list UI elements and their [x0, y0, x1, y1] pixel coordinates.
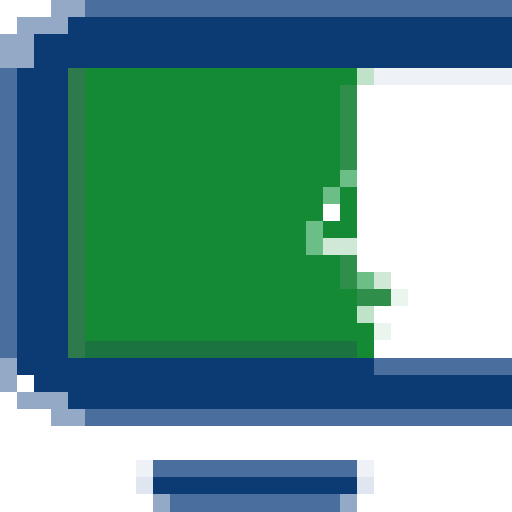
battery-charge-step	[323, 187, 340, 204]
battery-frame-corner-bl-2	[17, 392, 68, 409]
icon-stage	[0, 0, 512, 512]
battery-charge-step	[340, 85, 357, 170]
battery-charge-step	[340, 170, 357, 187]
base-bar-corner	[357, 477, 374, 494]
battery-icon	[0, 0, 512, 512]
battery-frame-left	[17, 68, 68, 358]
battery-charge-level	[85, 68, 357, 358]
battery-charge-step	[340, 255, 357, 289]
battery-frame-corner-bl-3	[51, 409, 85, 426]
battery-charge-step	[357, 68, 374, 85]
battery-frame-top-highlight	[85, 0, 512, 17]
battery-charge-left-edge	[68, 68, 85, 358]
base-bar-corner	[153, 494, 170, 512]
base-bar-corner	[340, 494, 357, 512]
battery-charge-step	[323, 238, 357, 255]
battery-charge-step	[357, 272, 374, 289]
battery-frame-top-2	[34, 34, 512, 51]
battery-charge-step	[374, 272, 391, 289]
battery-frame-bottom-highlight	[85, 409, 512, 426]
battery-frame-bottom-3	[68, 392, 512, 409]
battery-frame-corner-tl-2	[17, 17, 68, 34]
battery-charge-step	[357, 289, 391, 306]
battery-charge-step	[357, 306, 374, 323]
base-bar-corner	[357, 460, 374, 477]
battery-charge-fill	[68, 68, 408, 358]
battery-frame-corner-tl-3	[0, 34, 34, 68]
battery-frame-bottom-2	[34, 375, 512, 392]
base-bar-top	[153, 460, 357, 477]
battery-charge-bottom-edge	[85, 341, 357, 358]
base-bar-corner	[136, 460, 153, 477]
base-bar-middle	[153, 477, 357, 494]
battery-charge-step	[374, 323, 391, 340]
battery-charge-step	[323, 204, 340, 221]
battery-frame-top	[68, 17, 512, 34]
base-bar-corner	[136, 477, 153, 494]
battery-charge-step	[391, 289, 408, 306]
battery-charge-step	[357, 323, 374, 358]
base-bar-bottom	[170, 494, 340, 512]
battery-frame-top-3	[17, 51, 512, 68]
battery-interior-top-highlight	[374, 68, 512, 85]
battery-frame-corner-bl-1	[0, 358, 17, 392]
battery-frame-corner-tl-1	[51, 0, 85, 17]
battery-interior-bottom-highlight	[374, 358, 512, 375]
battery-frame-left-outer	[0, 68, 17, 358]
base-bar	[136, 460, 374, 512]
battery-charge-step	[306, 221, 323, 255]
